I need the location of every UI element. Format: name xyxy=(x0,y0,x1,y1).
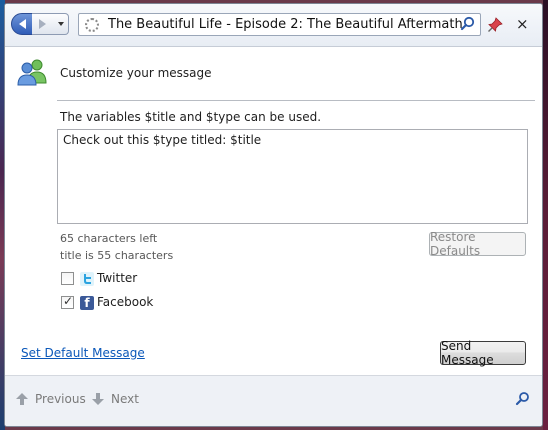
history-dropdown-button[interactable] xyxy=(53,13,69,35)
share-window: The Beautiful Life - Episode 2: The Beau… xyxy=(4,3,543,427)
message-textarea[interactable]: Check out this $type titled: $title xyxy=(57,129,528,224)
find-bar: Previous Next xyxy=(5,375,542,426)
back-icon xyxy=(18,19,26,29)
next-button[interactable]: Next xyxy=(91,392,139,406)
address-bar-title: The Beautiful Life - Episode 2: The Beau… xyxy=(108,17,463,32)
address-bar[interactable]: The Beautiful Life - Episode 2: The Beau… xyxy=(78,13,481,36)
forward-icon xyxy=(39,19,46,29)
dropdown-icon xyxy=(57,22,64,26)
next-label: Next xyxy=(111,392,139,406)
previous-button[interactable]: Previous xyxy=(15,392,86,406)
forward-button[interactable] xyxy=(32,13,54,35)
variables-hint: The variables $title and $type can be us… xyxy=(60,110,322,124)
title-length-text: title is 55 characters xyxy=(60,249,174,262)
loading-icon xyxy=(85,18,99,32)
pin-icon[interactable] xyxy=(487,17,503,33)
dialog-title: Customize your message xyxy=(60,66,212,80)
facebook-checkbox[interactable]: ✓ xyxy=(61,294,74,309)
twitter-checkbox[interactable] xyxy=(61,272,74,285)
checkmark-icon: ✓ xyxy=(63,294,74,308)
previous-label: Previous xyxy=(35,392,86,406)
header-divider xyxy=(57,100,535,101)
character-counts: 65 characters left title is 55 character… xyxy=(60,230,173,264)
back-button[interactable] xyxy=(11,13,33,35)
characters-left-text: 65 characters left xyxy=(60,232,158,245)
navigation-toolbar: The Beautiful Life - Episode 2: The Beau… xyxy=(5,4,542,47)
facebook-label[interactable]: Facebook xyxy=(97,295,153,309)
arrow-down-icon xyxy=(91,392,105,406)
arrow-up-icon xyxy=(15,392,29,406)
twitter-icon xyxy=(80,272,94,286)
twitter-label[interactable]: Twitter xyxy=(97,271,137,285)
search-icon[interactable] xyxy=(460,16,476,32)
set-default-message-link[interactable]: Set Default Message xyxy=(21,346,145,360)
close-icon[interactable]: × xyxy=(516,15,529,33)
find-search-icon[interactable] xyxy=(515,391,531,407)
desktop-background-right xyxy=(543,0,548,430)
facebook-icon: f xyxy=(80,296,94,310)
send-message-button[interactable]: Send Message xyxy=(440,339,526,367)
restore-defaults-button[interactable]: Restore Defaults xyxy=(429,230,526,258)
share-people-icon xyxy=(15,57,49,87)
